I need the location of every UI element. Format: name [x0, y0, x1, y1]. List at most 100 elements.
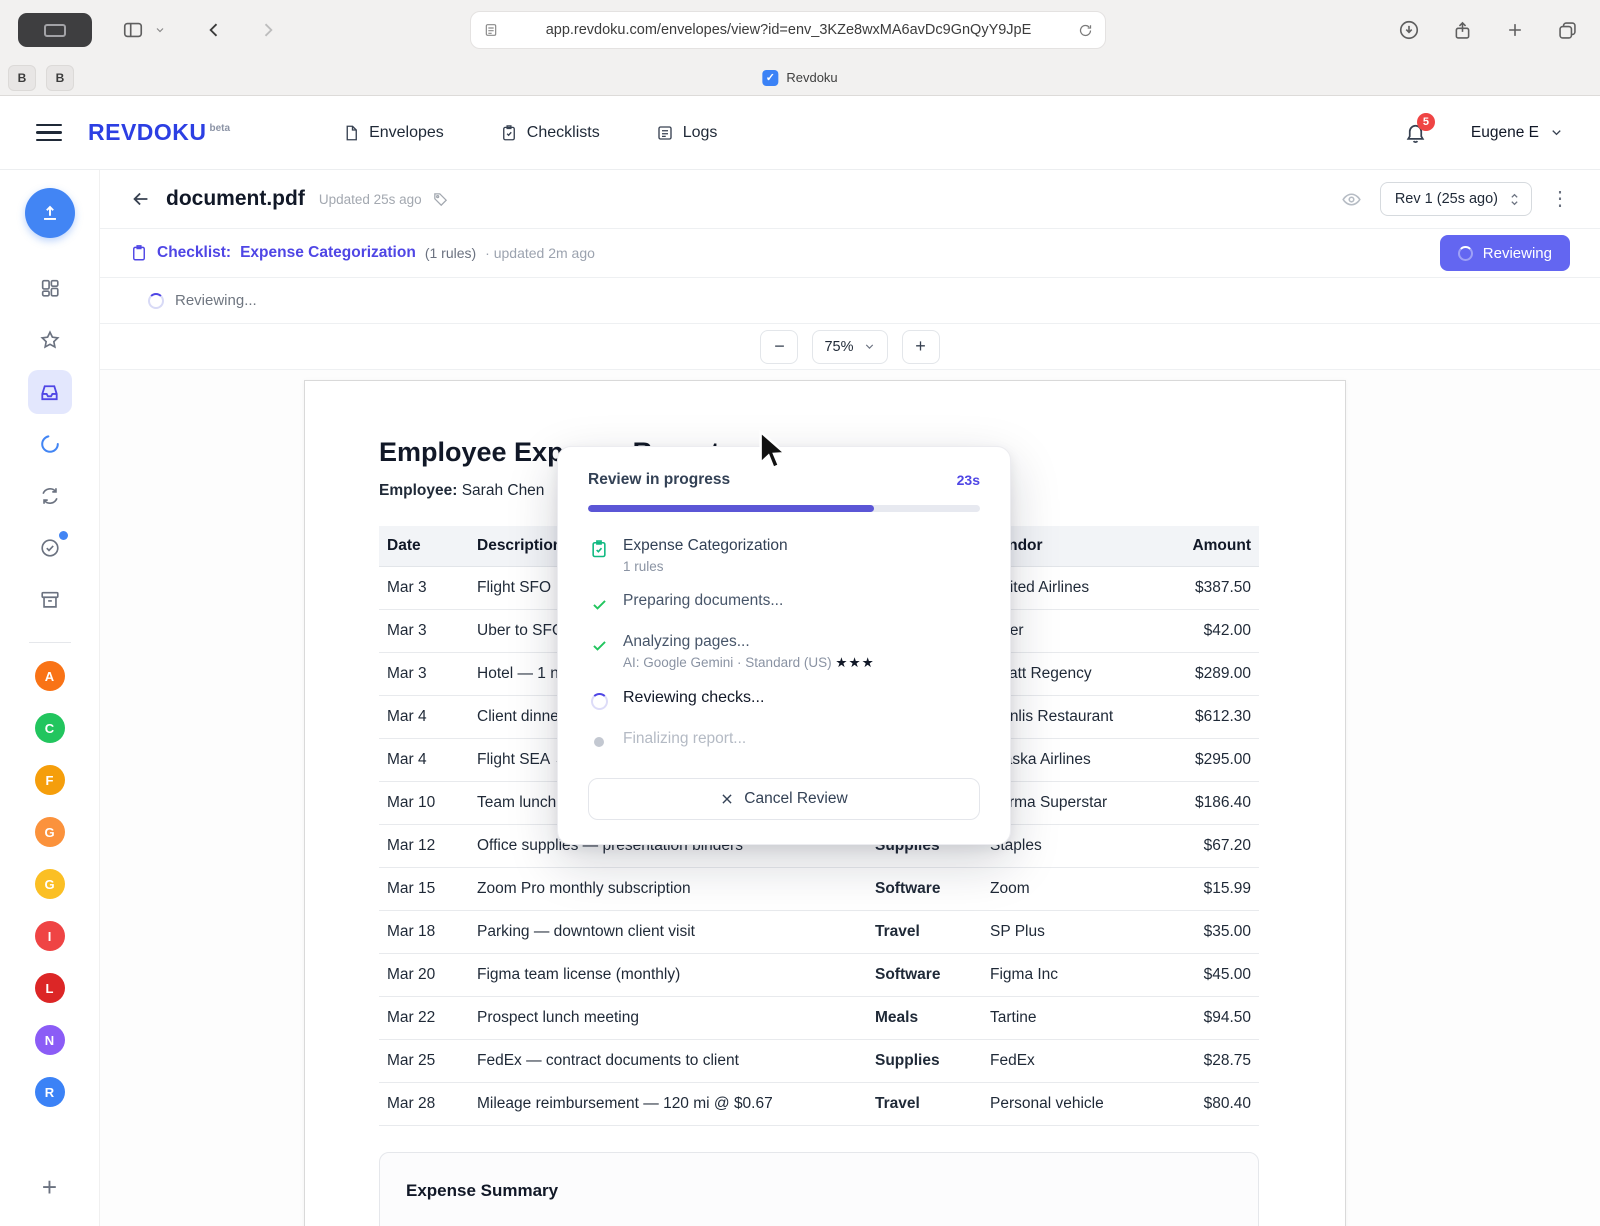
- cell-vendor: SP Plus: [982, 911, 1154, 954]
- cell-amount: $42.00: [1154, 610, 1259, 653]
- checklist-rules-count: (1 rules): [425, 245, 476, 261]
- window-controls-pill[interactable]: [18, 13, 92, 47]
- cell-category: Software: [867, 954, 982, 997]
- downloads-button[interactable]: [1394, 15, 1424, 45]
- nav-item-envelopes[interactable]: Envelopes: [342, 124, 444, 142]
- table-row: Mar 20Figma team license (monthly)Softwa…: [379, 954, 1259, 997]
- upload-button[interactable]: [25, 188, 75, 238]
- checklist-icon: [500, 124, 518, 142]
- rail-item-sync[interactable]: [28, 474, 72, 518]
- spinner-icon: [39, 433, 61, 455]
- workspace-avatar-l[interactable]: L: [35, 973, 65, 1003]
- rail-item-archive[interactable]: [28, 578, 72, 622]
- cell-category: Meals: [867, 997, 982, 1040]
- zoom-in-button[interactable]: +: [902, 330, 940, 364]
- more-options-button[interactable]: ⋮: [1550, 189, 1570, 209]
- back-to-list-button[interactable]: [130, 188, 152, 210]
- cell-date: Mar 20: [379, 954, 469, 997]
- nav-item-checklists[interactable]: Checklists: [500, 124, 600, 142]
- pinned-tab-1[interactable]: B: [8, 65, 36, 91]
- sidebar-chevron-button[interactable]: [150, 20, 170, 40]
- back-button[interactable]: [200, 16, 228, 44]
- zoom-out-button[interactable]: −: [760, 330, 798, 364]
- grid-icon: [39, 277, 61, 299]
- step-reviewing: Reviewing checks...: [588, 680, 980, 721]
- clipboard-icon: [130, 244, 148, 262]
- user-menu[interactable]: Eugene E: [1471, 124, 1564, 142]
- rail-divider: [29, 642, 71, 643]
- workspace-avatar-c[interactable]: C: [35, 713, 65, 743]
- share-button[interactable]: [1448, 16, 1477, 45]
- workspace-avatar-r[interactable]: R: [35, 1077, 65, 1107]
- notification-badge: 5: [1417, 113, 1435, 131]
- cell-description: Parking — downtown client visit: [469, 911, 867, 954]
- inbox-icon: [38, 381, 61, 404]
- tab-favicon-icon: ✓: [762, 70, 778, 86]
- checklist-name-link[interactable]: Expense Categorization: [240, 244, 416, 262]
- sidebar-toggle-button[interactable]: [118, 15, 148, 45]
- step-preparing: Preparing documents...: [588, 583, 980, 624]
- employee-value: Sarah Chen: [462, 482, 545, 499]
- col-amount: Amount: [1154, 526, 1259, 567]
- cell-category: Travel: [867, 911, 982, 954]
- active-tab[interactable]: ✓ Revdoku: [762, 70, 837, 86]
- notifications-button[interactable]: 5: [1404, 121, 1427, 144]
- cell-amount: $45.00: [1154, 954, 1259, 997]
- reviewing-label: Reviewing: [1483, 245, 1552, 262]
- rail-item-approvals[interactable]: [28, 526, 72, 570]
- chevron-up-down-icon: [1508, 192, 1521, 207]
- cell-date: Mar 3: [379, 567, 469, 610]
- rail-item-progress[interactable]: [28, 422, 72, 466]
- modal-title: Review in progress: [588, 471, 730, 489]
- cell-vendor: Figma Inc: [982, 954, 1154, 997]
- cell-description: Zoom Pro monthly subscription: [469, 868, 867, 911]
- pending-dot-icon: [594, 737, 604, 747]
- revision-select[interactable]: Rev 1 (25s ago): [1380, 182, 1532, 216]
- new-tab-button[interactable]: [1501, 16, 1529, 44]
- workspace-avatar-g1[interactable]: G: [35, 817, 65, 847]
- reviewing-status-button[interactable]: Reviewing: [1440, 235, 1570, 271]
- zoom-level-select[interactable]: 75%: [812, 330, 887, 364]
- avatar-letter: F: [46, 773, 54, 788]
- cell-amount: $186.40: [1154, 782, 1259, 825]
- employee-label: Employee:: [379, 482, 457, 499]
- cell-date: Mar 4: [379, 739, 469, 782]
- forward-button[interactable]: [254, 16, 282, 44]
- nav-item-logs[interactable]: Logs: [656, 124, 718, 142]
- step-label: Finalizing report...: [623, 730, 746, 748]
- cancel-review-button[interactable]: Cancel Review: [588, 778, 980, 820]
- step-sub: 1 rules: [623, 559, 788, 574]
- chevron-down-icon: [863, 340, 876, 353]
- checklist-label: Checklist:: [157, 244, 231, 262]
- review-progress-modal: Review in progress 23s Expense Categoriz…: [557, 446, 1011, 845]
- workspace-avatar-i[interactable]: I: [35, 921, 65, 951]
- check-icon: [590, 595, 609, 614]
- tag-icon[interactable]: [432, 191, 449, 208]
- sidebar-icon: [122, 19, 144, 41]
- notification-dot: [59, 531, 68, 540]
- workspace-avatar-n[interactable]: N: [35, 1025, 65, 1055]
- tab-strip: B B ✓ Revdoku: [0, 60, 1600, 96]
- rail-item-favorites[interactable]: [28, 318, 72, 362]
- url-bar[interactable]: app.revdoku.com/envelopes/view?id=env_3K…: [470, 11, 1106, 49]
- workspace-avatar-a[interactable]: A: [35, 661, 65, 691]
- rail-item-dashboard[interactable]: [28, 266, 72, 310]
- pinned-tab-2[interactable]: B: [46, 65, 74, 91]
- workspace-avatar-f[interactable]: F: [35, 765, 65, 795]
- add-workspace-button[interactable]: +: [42, 1174, 57, 1200]
- logo[interactable]: REVDOKUbeta: [88, 119, 230, 146]
- workspace-avatar-g2[interactable]: G: [35, 869, 65, 899]
- avatar-letter: R: [45, 1085, 54, 1100]
- cell-description: Prospect lunch meeting: [469, 997, 867, 1040]
- rail-item-inbox[interactable]: [28, 370, 72, 414]
- tab-overview-button[interactable]: [1553, 16, 1582, 45]
- user-name: Eugene E: [1471, 124, 1539, 142]
- cell-amount: $28.75: [1154, 1040, 1259, 1083]
- cell-amount: $295.00: [1154, 739, 1259, 782]
- reload-icon[interactable]: [1078, 23, 1093, 38]
- table-row: Mar 18Parking — downtown client visitTra…: [379, 911, 1259, 954]
- preview-eye-icon[interactable]: [1341, 189, 1362, 210]
- cell-date: Mar 10: [379, 782, 469, 825]
- cell-amount: $80.40: [1154, 1083, 1259, 1126]
- menu-button[interactable]: [36, 119, 62, 147]
